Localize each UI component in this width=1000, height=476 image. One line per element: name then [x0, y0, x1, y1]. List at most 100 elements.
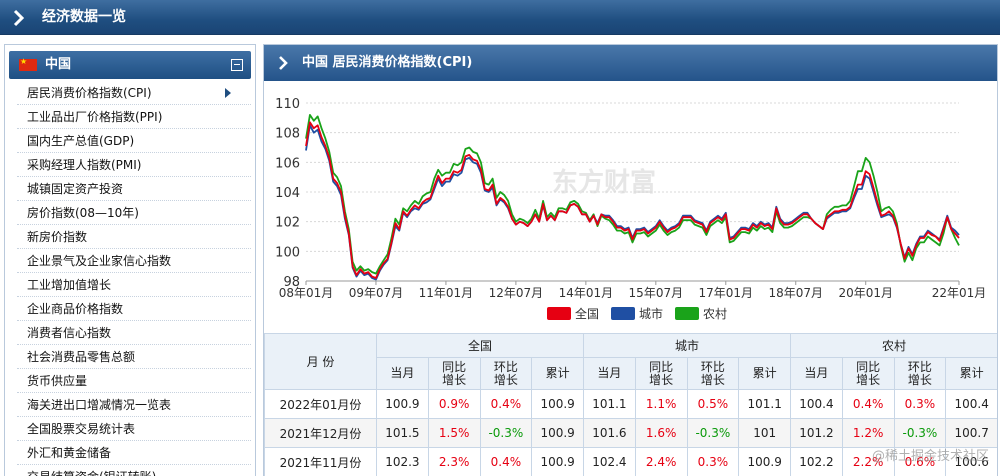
- data-cell: 101: [738, 418, 792, 448]
- month-column-header: 月 份: [264, 333, 377, 390]
- data-cell: 1.2%: [841, 418, 895, 448]
- sidebar-item[interactable]: 社会消费品零售总额: [17, 345, 251, 369]
- sidebar-country-name: 中国: [45, 57, 72, 72]
- sidebar-item-label: 工业品出厂价格指数(PPI): [27, 110, 163, 124]
- data-cell: -0.3%: [893, 418, 947, 448]
- series-line-city: [305, 124, 960, 281]
- data-cell: 1.6%: [634, 418, 688, 448]
- y-tick-label: 104: [275, 186, 300, 201]
- legend-item-rural[interactable]: 农村: [675, 307, 727, 321]
- data-cell: 102.2: [790, 447, 843, 476]
- sidebar-item[interactable]: 海关进出口增减情况一览表: [17, 393, 251, 417]
- sidebar-item-label: 外汇和黄金储备: [27, 446, 112, 460]
- sub-column-header: 累计: [738, 357, 792, 390]
- sidebar-item[interactable]: 国内生产总值(GDP): [17, 129, 251, 153]
- data-cell: 1.5%: [427, 418, 481, 448]
- sidebar-item-label: 企业景气及企业家信心指数: [27, 254, 172, 268]
- data-cell: 0.3%: [893, 389, 947, 419]
- data-cell: 2.4%: [634, 447, 688, 476]
- sub-column-header: 累计: [945, 357, 997, 390]
- collapse-icon[interactable]: [231, 59, 243, 71]
- page-title: 经济数据一览: [42, 9, 126, 25]
- sidebar-item-label: 海关进出口增减情况一览表: [27, 398, 172, 412]
- sidebar-item[interactable]: 消费者信心指数: [17, 321, 251, 345]
- data-cell: 2.3%: [427, 447, 481, 476]
- x-tick-label: 20年01月: [838, 286, 893, 300]
- x-tick-label: 11年01月: [419, 286, 474, 300]
- data-cell: 101.5: [376, 418, 429, 448]
- legend-item-national[interactable]: 全国: [547, 306, 599, 321]
- sidebar-item-label: 国内生产总值(GDP): [27, 134, 135, 148]
- sidebar-item[interactable]: 外汇和黄金储备: [17, 441, 251, 465]
- series-line-national: [305, 121, 960, 279]
- sidebar-item[interactable]: 货币供应量: [17, 369, 251, 393]
- main-title: 中国 居民消费价格指数(CPI): [302, 55, 473, 70]
- sidebar-item[interactable]: 工业增加值增长: [17, 273, 251, 297]
- y-tick-label: 110: [275, 97, 300, 112]
- cpi-chart: 东方财富 98 100 102 104 106 108 110 08年01月 09年07月 11年0…: [264, 81, 997, 333]
- sidebar-country-header[interactable]: ★ 中国: [9, 51, 251, 79]
- x-tick-label: 22年01月: [932, 286, 987, 300]
- sidebar-item[interactable]: 采购经理人指数(PMI): [17, 153, 251, 177]
- sidebar-item-label: 消费者信心指数: [27, 326, 112, 340]
- sub-column-header: 当月: [790, 357, 843, 390]
- top-header-bar: 经济数据一览: [0, 0, 1000, 35]
- sidebar: ★ 中国 居民消费价格指数(CPI) 工业品出厂价格指数(PPI) 国内生产总值(G…: [4, 44, 256, 476]
- sub-column-header: 当月: [376, 357, 429, 390]
- sub-column-header: 环比 增长: [893, 357, 947, 390]
- legend-item-city[interactable]: 城市: [611, 306, 663, 321]
- data-cell: 100.9: [376, 389, 429, 419]
- x-tick-label: 12年07月: [489, 286, 544, 300]
- sidebar-item-label: 货币供应量: [27, 374, 88, 388]
- group-header: 全国: [375, 333, 585, 358]
- y-tick-label: 108: [275, 127, 300, 142]
- data-cell: 1.1%: [634, 389, 688, 419]
- legend-swatch-city: [611, 307, 635, 320]
- sidebar-item[interactable]: 企业商品价格指数: [17, 297, 251, 321]
- x-tick-label: 18年07月: [768, 286, 823, 300]
- main-panel: 中国 居民消费价格指数(CPI) 东方财富 98 100 102 104 106 108 11…: [263, 44, 998, 476]
- y-tick-label: 100: [275, 245, 300, 260]
- y-tick-label: 102: [275, 216, 300, 231]
- sidebar-item[interactable]: 企业景气及企业家信心指数: [17, 249, 251, 273]
- sub-column-header: 同比 增长: [634, 357, 688, 390]
- data-cell: 0.9%: [427, 389, 481, 419]
- sidebar-item-label: 全国股票交易统计表: [27, 422, 136, 436]
- chevron-right-icon: [13, 9, 25, 27]
- sidebar-menu: 居民消费价格指数(CPI) 工业品出厂价格指数(PPI) 国内生产总值(GDP) 采购…: [17, 81, 251, 476]
- table-row: 2021年12月份 101.5 1.5% -0.3% 100.9 101.6 1.6% -0.…: [264, 418, 997, 448]
- sub-column-header: 环比 增长: [686, 357, 740, 390]
- sidebar-item[interactable]: 居民消费价格指数(CPI): [17, 81, 251, 105]
- sidebar-item-label: 城镇固定资产投资: [27, 182, 124, 196]
- sidebar-item[interactable]: 工业品出厂价格指数(PPI): [17, 105, 251, 129]
- group-header: 农村: [790, 333, 997, 358]
- sidebar-item[interactable]: 房价指数(08—10年): [17, 201, 251, 225]
- month-cell: 2022年01月份: [264, 389, 377, 419]
- data-cell: 100.9: [738, 447, 792, 476]
- sidebar-item[interactable]: 全国股票交易统计表: [17, 417, 251, 441]
- data-cell: 101.2: [790, 418, 843, 448]
- sidebar-item-label: 社会消费品零售总额: [27, 350, 136, 364]
- legend-label: 城市: [639, 306, 663, 321]
- table-row: 2022年01月份 100.9 0.9% 0.4% 100.9 101.1 1.1% 0.5%…: [264, 389, 997, 419]
- sidebar-item-label: 采购经理人指数(PMI): [27, 158, 142, 172]
- sidebar-item[interactable]: 新房价指数: [17, 225, 251, 249]
- sidebar-item[interactable]: 城镇固定资产投资: [17, 177, 251, 201]
- x-tick-label: 09年07月: [349, 286, 404, 300]
- group-header: 城市: [583, 333, 792, 358]
- legend-label: 农村: [703, 307, 727, 321]
- data-cell: -0.3%: [479, 418, 533, 448]
- legend-swatch-rural: [675, 307, 699, 320]
- sidebar-item-label: 企业商品价格指数: [27, 302, 124, 316]
- sidebar-item[interactable]: 交易结算资金(银证转账): [17, 465, 251, 476]
- sidebar-item-label: 新房价指数: [27, 230, 88, 244]
- sidebar-item-label: 工业增加值增长: [27, 278, 112, 292]
- data-cell: 100.7: [945, 418, 997, 448]
- data-cell: 100.4: [945, 389, 997, 419]
- y-tick-label: 106: [275, 156, 300, 171]
- data-cell: 102.4: [583, 447, 636, 476]
- sidebar-item-label: 房价指数(08—10年): [27, 206, 139, 220]
- data-cell: 0.4%: [479, 447, 533, 476]
- sub-column-header: 累计: [531, 357, 585, 390]
- sub-column-header: 同比 增长: [841, 357, 895, 390]
